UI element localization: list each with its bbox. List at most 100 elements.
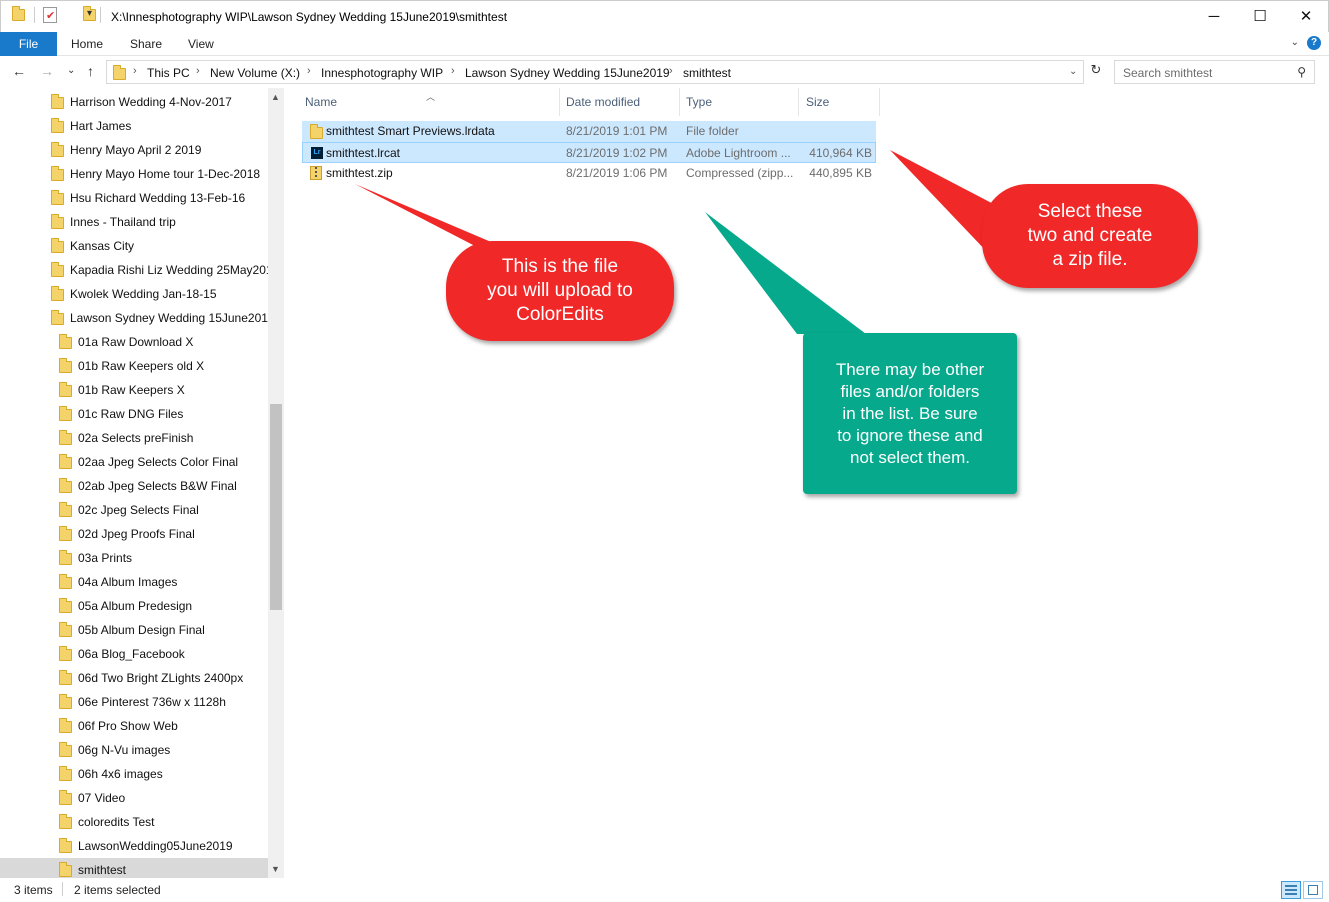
select-callout: Select these two and create a zip file. [982,184,1198,288]
sidebar-item[interactable]: Kapadia Rishi Liz Wedding 25May2019 [0,258,279,282]
sidebar-item-label: Henry Mayo Home tour 1-Dec-2018 [70,167,261,181]
sidebar-item[interactable]: 02ab Jpeg Selects B&W Final [0,474,268,498]
sidebar-item[interactable]: smithtest [0,858,268,878]
chevron-down-icon[interactable]: ⌄ [1069,66,1077,77]
folder-icon [59,646,72,661]
sidebar-item-label: 06g N-Vu images [78,743,171,757]
sidebar-item[interactable]: 06e Pinterest 736w x 1128h [0,690,268,714]
scroll-up-icon[interactable]: ▲ [271,92,280,102]
breadcrumb-this-pc[interactable]: This PC [147,66,190,80]
folder-icon [59,526,72,541]
sidebar-item[interactable]: 01c Raw DNG Files [0,402,268,426]
sidebar-item[interactable]: LawsonWedding05June2019 [0,834,268,858]
sidebar-item[interactable]: 07 Video [0,786,268,810]
sidebar-item[interactable]: 02a Selects preFinish [0,426,268,450]
sidebar-item[interactable]: Lawson Sydney Wedding 15June2019 [0,306,275,330]
sidebar-item[interactable]: 06a Blog_Facebook [0,642,268,666]
forward-arrow-icon[interactable]: → [40,63,54,79]
tab-file[interactable]: File [0,32,57,56]
sidebar-item[interactable]: 02d Jpeg Proofs Final [0,522,268,546]
details-view-icon[interactable] [1281,881,1301,899]
sidebar-item[interactable]: Harrison Wedding 4-Nov-2017 [0,90,268,114]
properties-icon[interactable]: ✔ [43,7,57,23]
folder-icon [59,502,72,517]
column-header-date[interactable]: Date modified [559,88,680,116]
search-placeholder: Search smithtest [1123,66,1213,80]
sidebar-item[interactable]: Kwolek Wedding Jan-18-15 [0,282,268,306]
breadcrumb-innesphotography[interactable]: Innesphotography WIP [321,66,443,80]
sidebar-item[interactable]: 05b Album Design Final [0,618,268,642]
file-row[interactable]: smithtest Smart Previews.lrdata 8/21/201… [302,121,876,142]
sidebar-item[interactable]: 01b Raw Keepers X [0,378,268,402]
file-row[interactable]: Lr smithtest.lrcat 8/21/2019 1:02 PM Ado… [302,142,876,163]
sidebar-item[interactable]: 06f Pro Show Web [0,714,268,738]
callout-line: a zip file. [1052,249,1128,270]
sidebar-item-label: LawsonWedding05June2019 [78,839,233,853]
help-icon[interactable]: ? [1307,36,1321,50]
navigation-bar: ← → ⌄ ↑ › This PC › New Volume (X:) › In… [0,56,1329,88]
scroll-down-icon[interactable]: ▼ [271,864,280,874]
sidebar-item[interactable]: 06d Two Bright ZLights 2400px [0,666,268,690]
sidebar-item[interactable]: 03a Prints [0,546,268,570]
breadcrumb-smithtest[interactable]: smithtest [683,66,731,80]
sidebar-item[interactable]: Innes - Thailand trip [0,210,268,234]
column-header-size[interactable]: Size [799,88,880,116]
sidebar-item-label: 02a Selects preFinish [78,431,194,445]
scrollbar-thumb[interactable] [270,404,282,610]
sidebar-item-label: 02aa Jpeg Selects Color Final [78,455,239,469]
sidebar-item[interactable]: Henry Mayo April 2 2019 [0,138,268,162]
sidebar-item-label: Henry Mayo April 2 2019 [70,143,202,157]
chevron-right-icon[interactable]: › [451,65,455,77]
sidebar-item[interactable]: 06g N-Vu images [0,738,268,762]
folder-icon [51,238,64,253]
sidebar-item[interactable]: 06h 4x6 images [0,762,268,786]
sidebar-item-label: 06h 4x6 images [78,767,163,781]
chevron-right-icon[interactable]: › [669,65,673,77]
chevron-right-icon[interactable]: › [307,65,311,77]
tab-view[interactable]: View [188,32,214,56]
tab-share[interactable]: Share [130,32,162,56]
sidebar-item[interactable]: 01a Raw Download X [0,330,268,354]
sidebar-item[interactable]: Hsu Richard Wedding 13-Feb-16 [0,186,268,210]
chevron-right-icon[interactable]: › [133,65,137,77]
sidebar-item[interactable]: Hart James [0,114,268,138]
sidebar-item[interactable]: Kansas City [0,234,268,258]
back-arrow-icon[interactable]: ← [12,63,26,79]
up-arrow-icon[interactable]: ↑ [87,63,94,79]
sidebar-item-label: 01a Raw Download X [78,335,194,349]
callout-line: There may be other [835,359,985,379]
sidebar-item[interactable]: 02aa Jpeg Selects Color Final [0,450,268,474]
sidebar-item-label: 06d Two Bright ZLights 2400px [78,671,244,685]
customize-quick-access-icon[interactable]: ▾ [87,8,92,19]
tab-home[interactable]: Home [71,32,103,56]
refresh-icon[interactable]: ↻ [1086,62,1106,82]
nav-scrollbar[interactable]: ▲ ▼ [268,88,284,878]
breadcrumb-lawson[interactable]: Lawson Sydney Wedding 15June2019 [465,66,670,80]
sidebar-item[interactable]: coloredits Test [0,810,268,834]
sidebar-item-label: Hsu Richard Wedding 13-Feb-16 [70,191,246,205]
address-bar[interactable]: › This PC › New Volume (X:) › Innesphoto… [106,60,1084,84]
expand-ribbon-icon[interactable]: ⌄ [1291,37,1299,48]
folder-icon [59,862,72,877]
file-row[interactable]: smithtest.zip 8/21/2019 1:06 PM Compress… [302,163,876,184]
file-type: File folder [686,124,739,138]
recent-locations-icon[interactable]: ⌄ [67,65,75,76]
sidebar-item[interactable]: 02c Jpeg Selects Final [0,498,268,522]
breadcrumb-volume[interactable]: New Volume (X:) [210,66,300,80]
folder-icon [59,694,72,709]
sidebar-item[interactable]: 01b Raw Keepers old X [0,354,268,378]
large-icons-view-icon[interactable] [1303,881,1323,899]
lightroom-icon: Lr [311,147,323,159]
sidebar-item[interactable]: 05a Album Predesign [0,594,268,618]
search-input[interactable]: Search smithtest ⚲ [1114,60,1315,84]
sidebar-item[interactable]: 04a Album Images [0,570,268,594]
sidebar-item[interactable]: Henry Mayo Home tour 1-Dec-2018 [0,162,268,186]
sidebar-item-label: Kwolek Wedding Jan-18-15 [70,287,217,301]
folder-icon [51,262,64,277]
column-header-type[interactable]: Type [679,88,799,116]
minimize-button[interactable]: ─ [1191,1,1237,31]
chevron-right-icon[interactable]: › [196,65,200,77]
sidebar-item-label: Hart James [70,119,132,133]
close-button[interactable]: ✕ [1283,1,1329,31]
maximize-button[interactable]: ☐ [1237,1,1283,31]
